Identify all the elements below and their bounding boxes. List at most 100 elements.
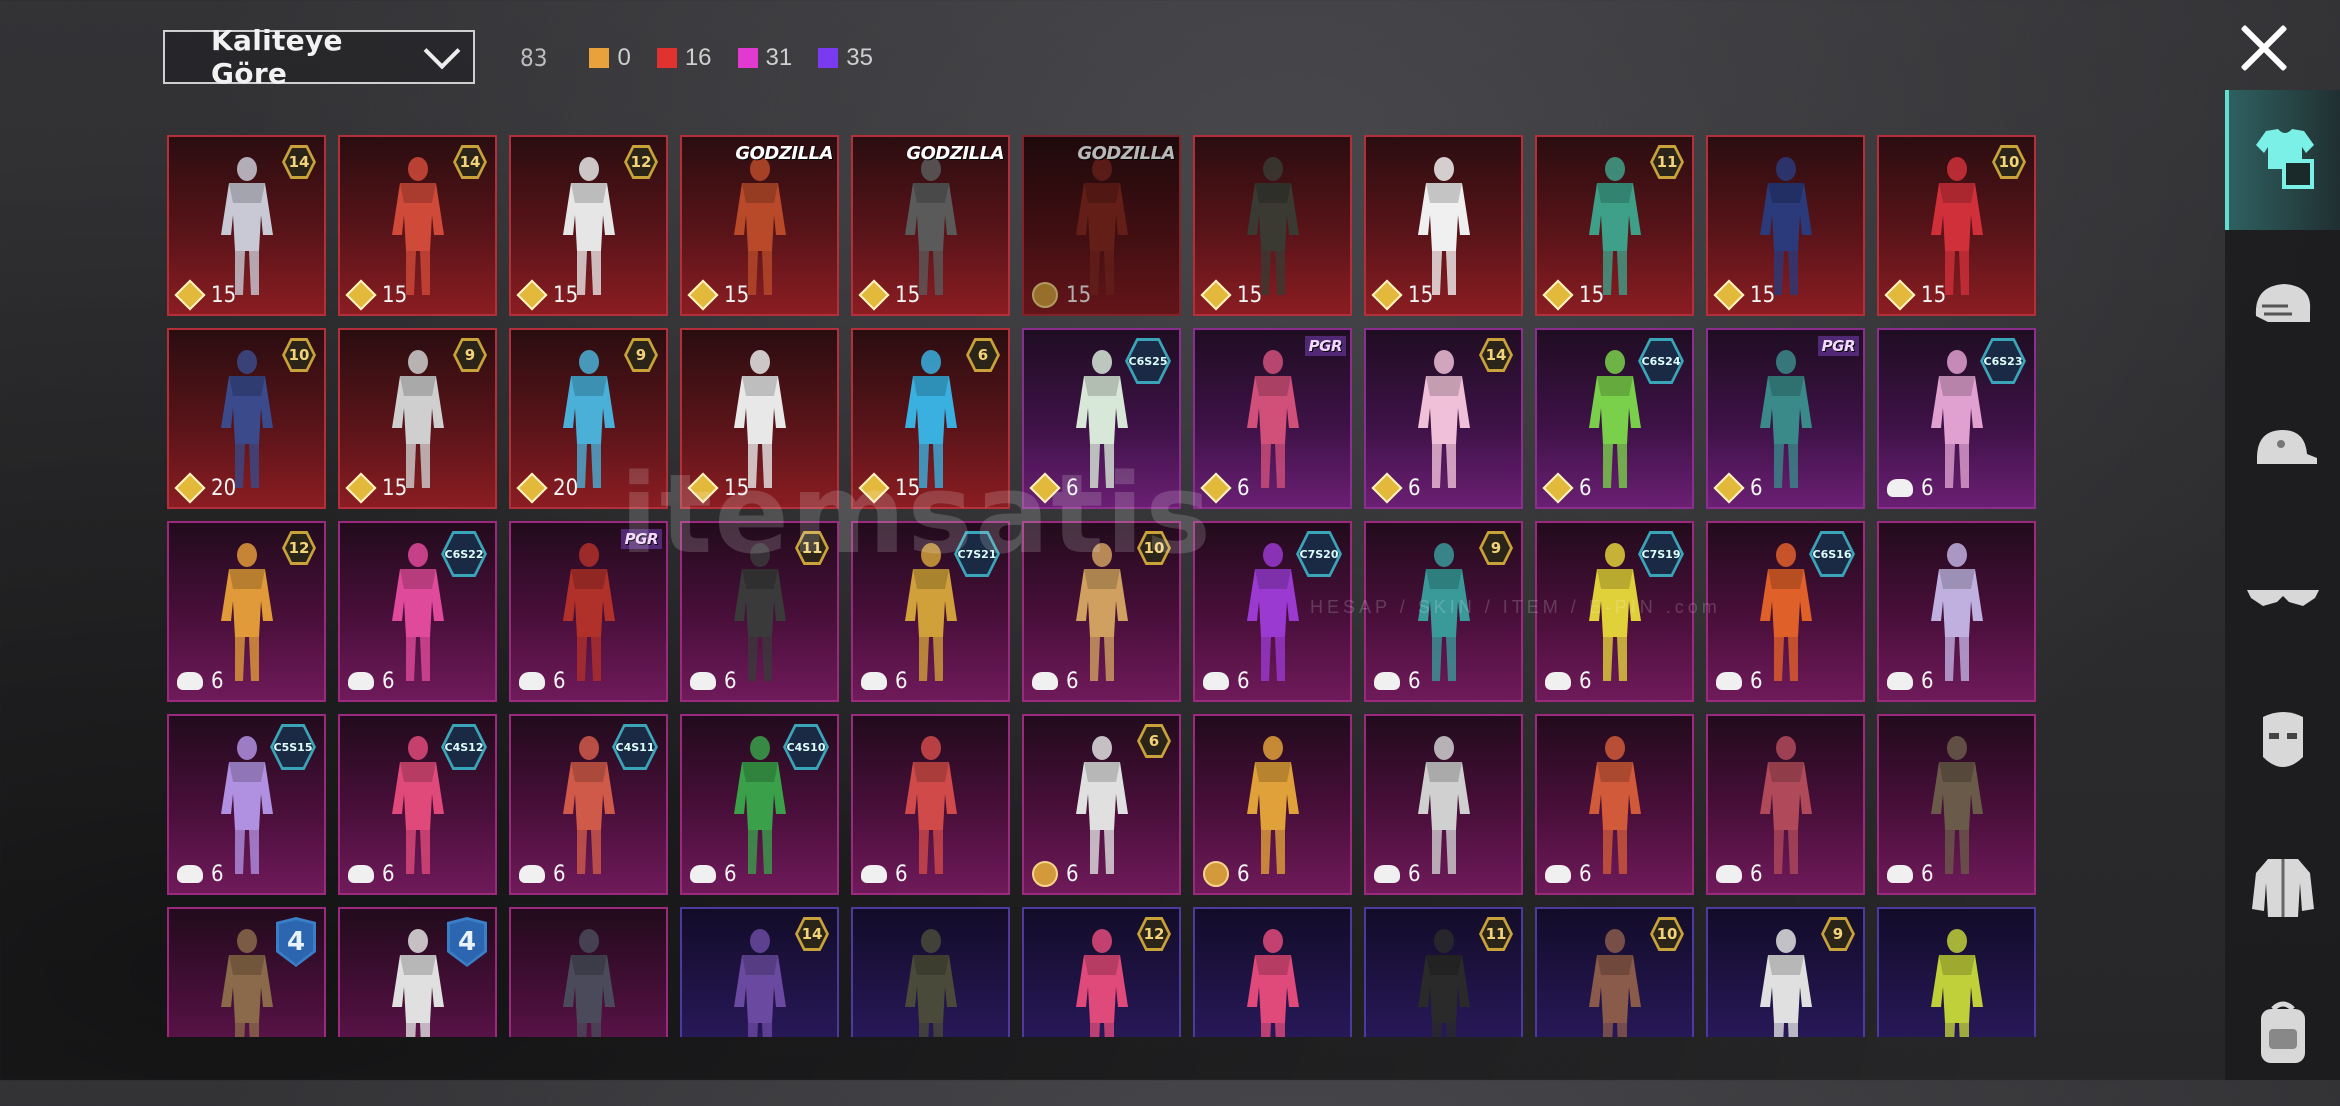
level-badge-value: 10 xyxy=(1995,148,2023,176)
rail-jacket-tab[interactable] xyxy=(2225,820,2340,960)
rail-outfit-tab[interactable] xyxy=(2225,90,2340,230)
outfit-card[interactable]: 11 xyxy=(1364,907,1523,1037)
cloud-currency-icon xyxy=(1032,668,1058,694)
outfit-card[interactable]: 14 6 xyxy=(1364,328,1523,509)
outfit-card[interactable] xyxy=(1877,907,2036,1037)
outfit-card[interactable]: 6 xyxy=(1877,521,2036,702)
outfit-card[interactable]: 9 xyxy=(1706,907,1865,1037)
level-badge: 11 xyxy=(1479,917,1513,951)
season-badge-value: C6S25 xyxy=(1128,341,1168,381)
price: 6 xyxy=(177,861,224,887)
outfit-card[interactable]: 15 xyxy=(1364,135,1523,316)
close-button[interactable] xyxy=(2238,22,2290,74)
coin-icon xyxy=(1032,861,1058,887)
outfit-icon xyxy=(221,350,273,488)
outfit-icon xyxy=(1418,736,1470,874)
outfit-card[interactable]: 12 6 xyxy=(167,521,326,702)
outfit-card[interactable]: 10 15 xyxy=(1877,135,2036,316)
outfit-card[interactable]: C4S11 6 xyxy=(509,714,668,895)
price: 6 xyxy=(1374,861,1421,887)
rail-cap-tab[interactable] xyxy=(2225,382,2340,522)
outfit-card[interactable]: 10 20 xyxy=(167,328,326,509)
outfit-card[interactable] xyxy=(509,907,668,1037)
price-value: 6 xyxy=(1579,668,1592,694)
price: 20 xyxy=(516,472,578,504)
cap-icon xyxy=(2247,424,2319,481)
cloud-currency-icon xyxy=(177,861,203,887)
outfit-card[interactable]: 6 xyxy=(1193,714,1352,895)
outfit-card[interactable]: C6S22 6 xyxy=(338,521,497,702)
count-mythic: 16 xyxy=(656,44,712,72)
outfit-icon xyxy=(1418,157,1470,295)
price: 6 xyxy=(1203,668,1250,694)
outfit-icon xyxy=(1760,736,1812,874)
outfit-icon xyxy=(1076,736,1128,874)
outfit-card[interactable]: 6 xyxy=(1364,714,1523,895)
outfit-card[interactable]: GODZILLA 15 xyxy=(1022,135,1181,316)
outfit-card[interactable]: 6 xyxy=(1877,714,2036,895)
outfit-card[interactable]: 4 xyxy=(167,907,326,1037)
price: 6 xyxy=(861,861,908,887)
price: 6 xyxy=(1716,861,1763,887)
outfit-card[interactable]: 12 xyxy=(1022,907,1181,1037)
outfit-card[interactable]: GODZILLA 15 xyxy=(680,135,839,316)
price: 6 xyxy=(1203,861,1250,887)
collab-tag: GODZILLA xyxy=(906,143,1004,164)
outfit-card[interactable]: 6 xyxy=(1706,714,1865,895)
outfit-icon xyxy=(221,543,273,681)
outfit-card[interactable]: C4S10 6 xyxy=(680,714,839,895)
outfit-card[interactable]: 9 15 xyxy=(338,328,497,509)
rail-helmet-tab[interactable] xyxy=(2225,236,2340,376)
outfit-icon xyxy=(1589,157,1641,295)
price-value: 6 xyxy=(382,861,395,887)
price: 15 xyxy=(858,279,920,311)
outfit-card[interactable]: 15 xyxy=(1706,135,1865,316)
rail-glasses-tab[interactable] xyxy=(2225,528,2340,668)
rail-bag-tab[interactable] xyxy=(2225,966,2340,1106)
level-badge-value: 14 xyxy=(798,920,826,948)
outfit-card[interactable]: GODZILLA 15 xyxy=(851,135,1010,316)
price: 15 xyxy=(1542,279,1604,311)
outfit-card[interactable]: 14 xyxy=(680,907,839,1037)
cloud-currency-icon xyxy=(1374,861,1400,887)
outfit-card[interactable]: 10 xyxy=(1535,907,1694,1037)
outfit-card[interactable]: 66 xyxy=(1022,714,1181,895)
price: 15 xyxy=(345,472,407,504)
cloud-currency-icon xyxy=(1887,861,1913,887)
outfit-card[interactable]: 15 xyxy=(1193,135,1352,316)
price-value: 6 xyxy=(1579,861,1592,887)
price: 15 xyxy=(1032,282,1091,308)
diamond-currency-icon xyxy=(858,279,890,311)
outfit-card[interactable] xyxy=(1193,907,1352,1037)
outfit-card[interactable]: 14 15 xyxy=(338,135,497,316)
cloud-currency-icon xyxy=(519,668,545,694)
price: 15 xyxy=(1884,279,1946,311)
outfit-card[interactable]: PGR 6 xyxy=(1706,328,1865,509)
price-value: 6 xyxy=(1579,475,1592,501)
outfit-card[interactable]: 4 xyxy=(338,907,497,1037)
shield-badge-value: 4 xyxy=(279,920,313,964)
rail-mask-tab[interactable] xyxy=(2225,674,2340,814)
outfit-card[interactable]: PGR 6 xyxy=(1193,328,1352,509)
cloud-currency-icon xyxy=(1716,861,1742,887)
outfit-card[interactable]: 6 xyxy=(851,714,1010,895)
outfit-card[interactable]: 12 15 xyxy=(509,135,668,316)
price-value: 6 xyxy=(1066,861,1079,887)
outfit-card[interactable]: C6S16 6 xyxy=(1706,521,1865,702)
season-badge-value: C7S20 xyxy=(1299,534,1339,574)
outfit-card[interactable]: C6S23 6 xyxy=(1877,328,2036,509)
price-value: 6 xyxy=(211,668,224,694)
price-value: 6 xyxy=(1921,475,1934,501)
sort-dropdown[interactable]: Kaliteye Göre xyxy=(163,24,475,90)
outfit-card[interactable]: C4S12 6 xyxy=(338,714,497,895)
season-badge-value: C5S15 xyxy=(273,727,313,767)
outfit-card[interactable]: 6 xyxy=(1535,714,1694,895)
outfit-card[interactable]: 11 15 xyxy=(1535,135,1694,316)
outfit-icon xyxy=(1931,543,1983,681)
outfit-card[interactable]: C6S24 6 xyxy=(1535,328,1694,509)
price-value: 15 xyxy=(1408,282,1434,308)
outfit-card[interactable]: 14 15 xyxy=(167,135,326,316)
price: 6 xyxy=(1713,472,1763,504)
outfit-card[interactable] xyxy=(851,907,1010,1037)
outfit-card[interactable]: C5S15 6 xyxy=(167,714,326,895)
